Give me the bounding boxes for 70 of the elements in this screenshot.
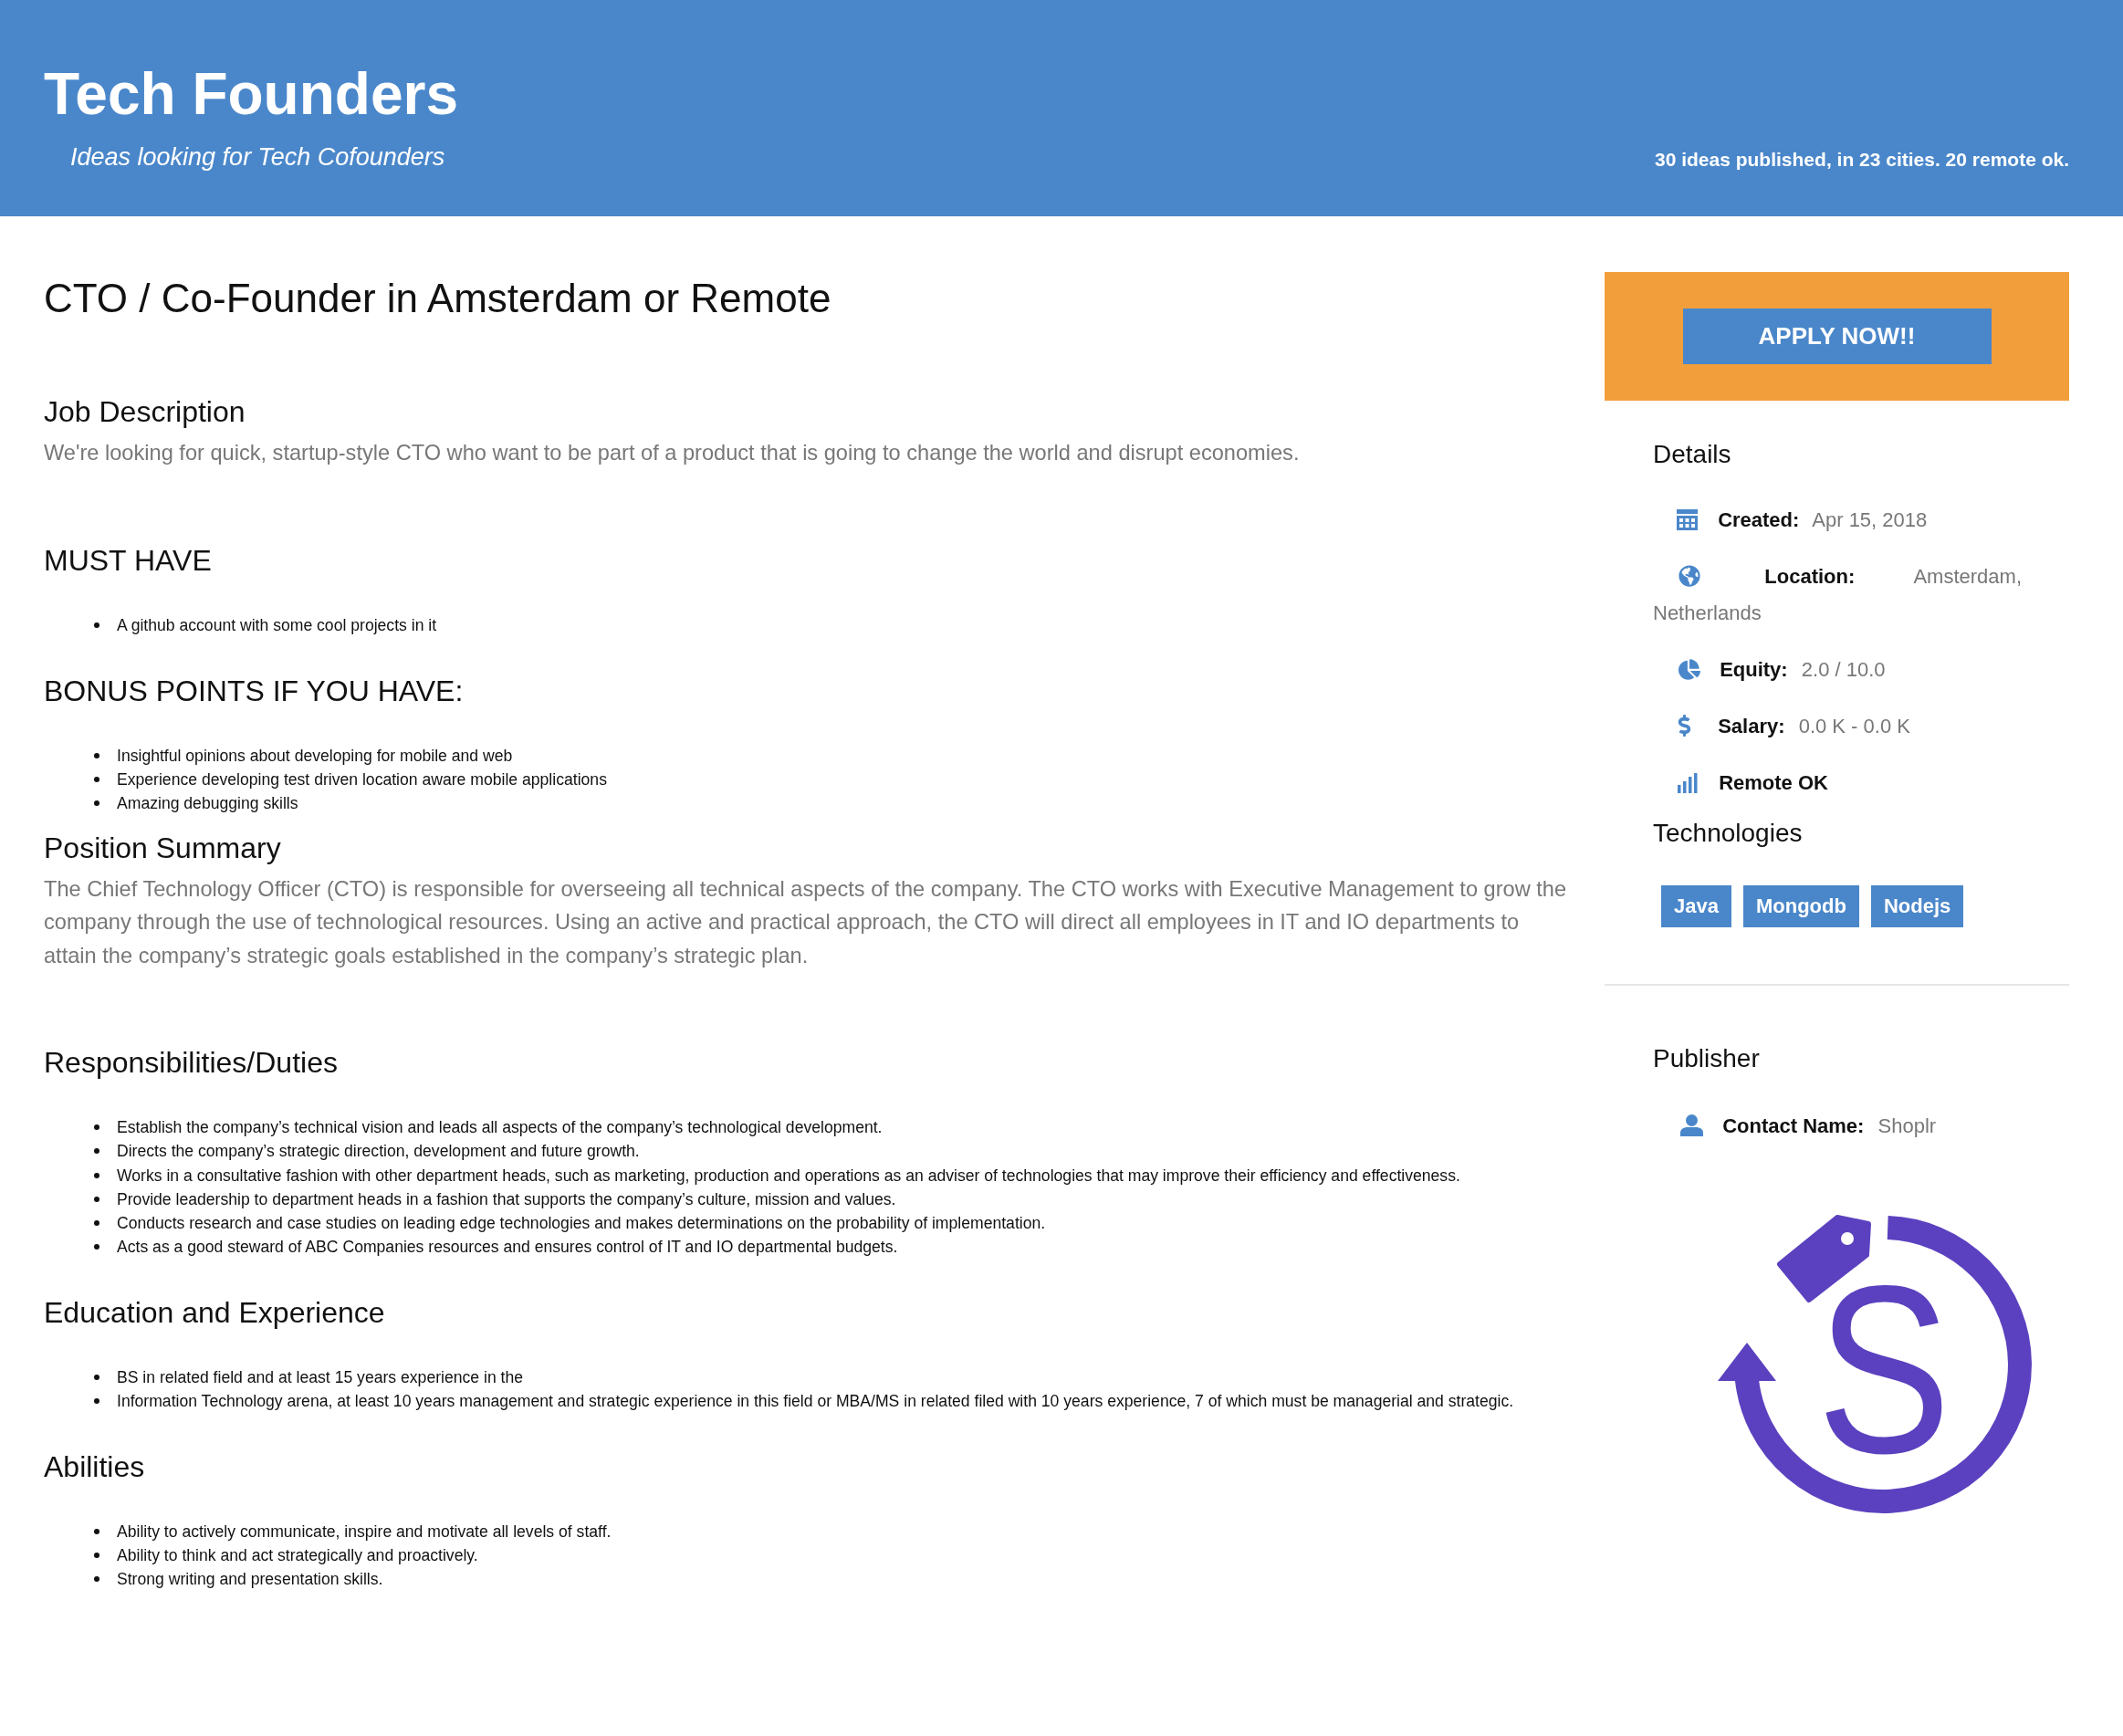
list-item-text: BS in related field and at least 15 years experience in the xyxy=(117,1366,523,1388)
site-title: Tech Founders xyxy=(44,62,458,126)
detail-value: Netherlands xyxy=(1653,601,1762,624)
bullet-icon xyxy=(94,1196,99,1202)
globe-icon xyxy=(1679,565,1700,587)
bullet-icon xyxy=(94,752,99,758)
section-heading: Responsibilities/Duties xyxy=(44,1045,339,1081)
bullet-icon xyxy=(94,1374,99,1380)
person-icon xyxy=(1680,1114,1703,1136)
stats-text: 30 ideas published, in 23 cities. 20 remote ok. xyxy=(1655,148,2069,172)
list-item-text: Information Technology arena, at least 10 years management and strategic experience in this field or MBA/MS in related filed with 10 years experience, 7 of which must be managerial and strategic. xyxy=(117,1391,1514,1413)
bullet-icon xyxy=(94,622,99,628)
section-paragraph: We're looking for quick, startup-style CTO who want to be part of a product that is going to change the world and disrupt economies. xyxy=(44,440,1301,466)
list-item-text: Establish the company’s technical vision and leads all aspects of the company’s technological development. xyxy=(117,1117,883,1139)
list-item-text: Amazing debugging skills xyxy=(117,792,298,814)
list-item-text: Insightful opinions about developing for mobile and web xyxy=(117,745,513,767)
dollar-icon xyxy=(1678,715,1691,737)
section-heading: BONUS POINTS IF YOU HAVE: xyxy=(44,673,465,708)
list-item-text: Acts as a good steward of ABC Companies resources and ensures control of IT and IO departmental budgets. xyxy=(117,1236,898,1258)
signal-bars-icon xyxy=(1678,773,1698,793)
logo-letter: S xyxy=(1816,1235,1951,1503)
bullet-icon xyxy=(94,1398,99,1405)
list-item-text: Conducts research and case studies on leading edge technologies and makes determinations on the probability of implementation. xyxy=(117,1212,1046,1234)
bullet-icon xyxy=(94,1124,99,1131)
technology-tag: Nodejs xyxy=(1870,885,1964,927)
section-heading: Position Summary xyxy=(44,830,282,865)
bullet-icon xyxy=(94,1529,99,1535)
section-heading: Education and Experience xyxy=(44,1294,386,1330)
section-heading: Abilities xyxy=(44,1449,146,1485)
list-item-text: Directs the company’s strategic direction, development and future growth. xyxy=(117,1141,640,1163)
bullet-icon xyxy=(94,1219,99,1226)
section-paragraph: The Chief Technology Officer (CTO) is responsible for overseeing all technical aspects of the company. The CTO works with Executive Management to grow the company through the use of technological resources. Using an active and practical approach, the CTO will direct all employees in IT and IO departments to attain the company’s strategic goals established in the company’s strategic plan. xyxy=(44,875,1568,969)
apply-button[interactable]: APPLY NOW!! xyxy=(1682,309,1992,364)
tagline: Ideas looking for Tech Cofounders xyxy=(70,142,446,172)
bullet-icon xyxy=(94,1148,99,1155)
detail-value: Apr 15, 2018 xyxy=(1812,508,1928,531)
bullet-icon xyxy=(94,800,99,806)
section-heading: MUST HAVE xyxy=(44,542,213,578)
sidebar-heading: Technologies xyxy=(1653,818,1804,849)
bullet-icon xyxy=(94,1243,99,1250)
calendar-icon xyxy=(1677,509,1698,530)
bullet-icon xyxy=(94,1172,99,1178)
sidebar-heading: Details xyxy=(1653,439,1732,470)
detail-value: 2.0 / 10.0 xyxy=(1801,658,1886,681)
detail-label: Remote OK xyxy=(1719,771,1828,794)
detail-label: Equity: xyxy=(1720,658,1788,681)
technology-tag: Java xyxy=(1661,885,1731,927)
pie-chart-icon xyxy=(1679,659,1700,680)
list-item-text: Works in a consultative fashion with other department heads, such as marketing, production and operations as an adviser of technologies that may improve their efficiency and effectiveness. xyxy=(117,1165,1460,1187)
detail-label: Salary: xyxy=(1718,715,1785,737)
detail-value: Shoplr xyxy=(1877,1114,1937,1137)
bullet-icon xyxy=(94,1553,99,1559)
list-item-text: Experience developing test driven location aware mobile applications xyxy=(117,769,607,790)
list-item-text: Ability to actively communicate, inspire and motivate all levels of staff. xyxy=(117,1522,612,1543)
detail-label: Contact Name: xyxy=(1722,1114,1865,1137)
list-item-text: Provide leadership to department heads in a fashion that supports the company’s culture, mission and values. xyxy=(117,1188,896,1210)
detail-label: Created: xyxy=(1718,508,1800,531)
list-item-text: Strong writing and presentation skills. xyxy=(117,1569,383,1591)
bullet-icon xyxy=(94,776,99,782)
sidebar-heading: Publisher xyxy=(1653,1043,1761,1074)
detail-label: Location: xyxy=(1764,565,1856,588)
list-item-text: A github account with some cool projects in it xyxy=(117,614,437,636)
circular-arrow-icon xyxy=(1718,1216,2032,1513)
detail-value: 0.0 K - 0.0 K xyxy=(1798,715,1910,737)
technology-tag: Mongodb xyxy=(1742,885,1859,927)
bullet-icon xyxy=(94,1576,99,1583)
detail-value: Amsterdam, xyxy=(1913,565,2022,588)
section-heading: Job Description xyxy=(44,394,246,429)
job-title: CTO / Co-Founder in Amsterdam or Remote xyxy=(44,275,832,322)
list-item-text: Ability to think and act strategically and proactively. xyxy=(117,1545,478,1567)
